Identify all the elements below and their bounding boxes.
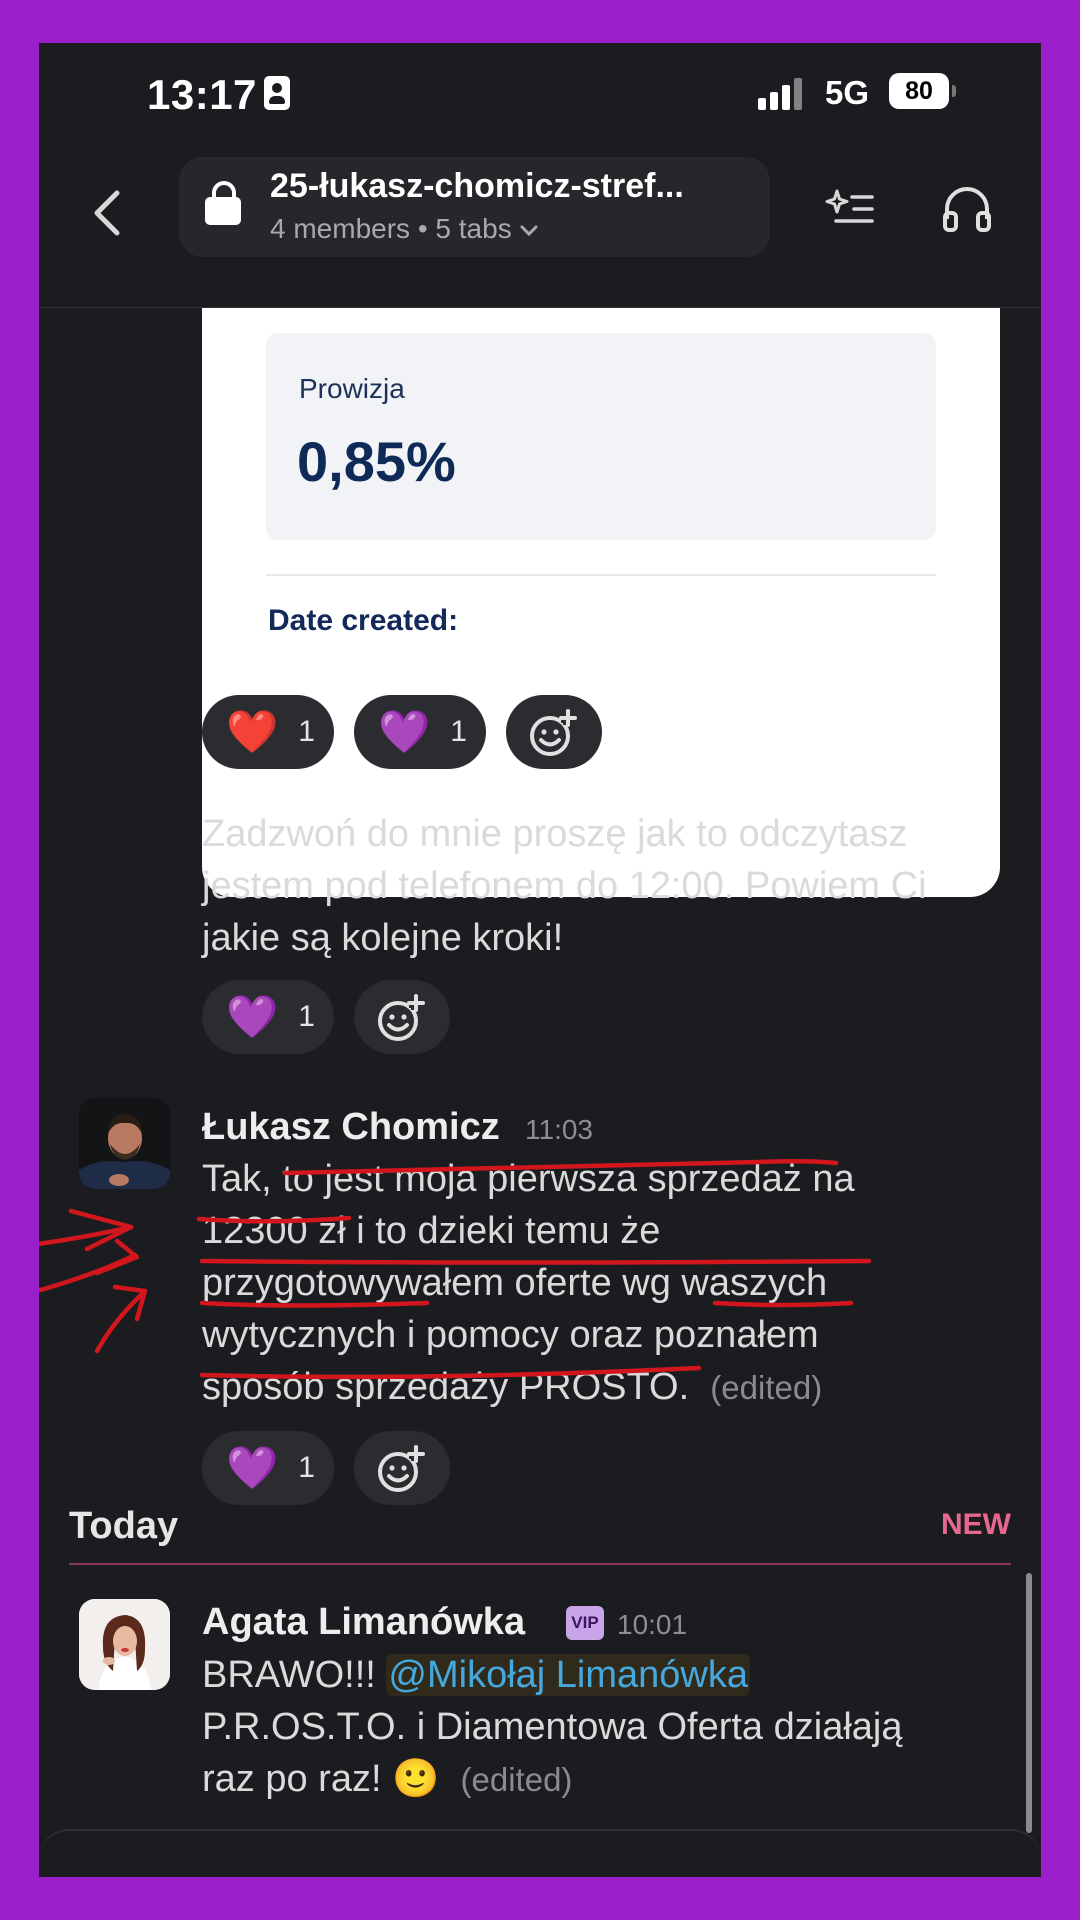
lock-icon: [205, 181, 241, 225]
message-prefix: BRAWO!!!: [202, 1654, 387, 1696]
date-created-label: Date created:: [268, 604, 459, 637]
message-author[interactable]: Agata Limanówka: [202, 1601, 525, 1644]
reaction-count: 1: [450, 715, 467, 748]
add-reaction-button[interactable]: [506, 695, 602, 769]
message-composer[interactable]: [39, 1829, 1041, 1877]
message-author[interactable]: Łukasz Chomicz: [202, 1106, 500, 1149]
channel-header: 25-łukasz-chomicz-stref... 4 members • 5…: [39, 143, 1041, 308]
commission-value: 0,85%: [297, 430, 456, 493]
reaction-count: 1: [298, 715, 315, 748]
chevron-down-icon: [520, 225, 538, 236]
status-bar: 13:17 5G 80: [39, 43, 1041, 143]
sparkle-list-icon[interactable]: [824, 183, 876, 235]
message-line: Tak, to jest moja pierwsza sprzedaż na: [202, 1158, 855, 1200]
channel-meta: 4 members • 5 tabs: [270, 213, 539, 245]
slightly-smiling-face-emoji: 🙂: [392, 1758, 440, 1800]
add-emoji-icon: [378, 994, 425, 1041]
add-reaction-button[interactable]: [354, 980, 450, 1054]
add-reaction-button[interactable]: [354, 1431, 450, 1505]
message-line: P.R.OS.T.O. i Diamentowa Oferta działają: [202, 1706, 903, 1748]
message-line: 12300 zł i to dzieki temu że: [202, 1210, 661, 1252]
purple-heart-emoji: 💜: [226, 993, 279, 1040]
avatar-lukasz[interactable]: [79, 1098, 170, 1189]
reaction-purple-heart[interactable]: 💜 1: [354, 695, 486, 769]
new-messages-tag: NEW: [941, 1508, 1011, 1541]
message-list[interactable]: Prowizja 0,85% Date created: ❤️ 1 💜 1 Za…: [39, 308, 1041, 1829]
channel-info-button[interactable]: 25-łukasz-chomicz-stref... 4 members • 5…: [179, 157, 770, 257]
message-line: wytycznych i pomocy oraz poznałem: [202, 1314, 819, 1356]
commission-box: Prowizja 0,85%: [266, 333, 936, 540]
message-text: Tak, to jest moja pierwsza sprzedaż na 1…: [202, 1153, 1002, 1414]
reaction-count: 1: [298, 1000, 315, 1033]
contact-card-icon: [264, 76, 290, 110]
headphones-icon[interactable]: [941, 183, 993, 235]
scrollbar[interactable]: [1026, 1573, 1032, 1833]
add-emoji-icon: [530, 709, 577, 756]
meta-separator: •: [417, 213, 428, 244]
edited-label: (edited): [710, 1369, 823, 1406]
phone-screen: 13:17 5G 80 25-łukasz-chomicz-stref... 4…: [39, 43, 1041, 1877]
message-line: przygotowywałem oferte wg waszych: [202, 1262, 828, 1304]
tabs-count: 5 tabs: [435, 213, 512, 244]
reaction-purple-heart[interactable]: 💜 1: [202, 1431, 334, 1505]
message-text: BRAWO!!! @Mikołaj Limanówka P.R.OS.T.O. …: [202, 1649, 1002, 1806]
vip-badge: VIP: [566, 1606, 604, 1640]
clock: 13:17: [147, 71, 257, 118]
message-text: Zadzwoń do mnie proszę jak to odczytasz …: [202, 813, 927, 959]
user-mention[interactable]: @Mikołaj Limanówka: [386, 1654, 750, 1696]
signal-icon: [758, 78, 808, 110]
date-divider-label: Today: [69, 1505, 179, 1547]
reaction-purple-heart[interactable]: 💜 1: [202, 980, 334, 1054]
reaction-count: 1: [298, 1451, 315, 1484]
new-messages-line: [69, 1563, 1011, 1565]
message-timestamp[interactable]: 10:01: [617, 1609, 687, 1641]
red-heart-emoji: ❤️: [226, 708, 279, 755]
add-emoji-icon: [378, 1445, 425, 1492]
message-timestamp[interactable]: 11:03: [525, 1114, 593, 1146]
message-line: sposób sprzedaży PROSTO.: [202, 1366, 690, 1408]
back-chevron-icon[interactable]: [87, 183, 127, 243]
card-divider: [266, 574, 936, 576]
channel-name: 25-łukasz-chomicz-stref...: [270, 167, 684, 205]
battery-icon: 80: [889, 73, 956, 109]
commission-label: Prowizja: [299, 373, 405, 404]
message-line: raz po raz!: [202, 1758, 393, 1800]
members-count: 4 members: [270, 213, 411, 244]
avatar-agata[interactable]: [79, 1599, 170, 1690]
purple-heart-emoji: 💜: [378, 708, 431, 755]
edited-label: (edited): [460, 1761, 573, 1798]
reaction-heart[interactable]: ❤️ 1: [202, 695, 334, 769]
purple-heart-emoji: 💜: [226, 1444, 279, 1491]
network-type: 5G: [825, 74, 870, 111]
